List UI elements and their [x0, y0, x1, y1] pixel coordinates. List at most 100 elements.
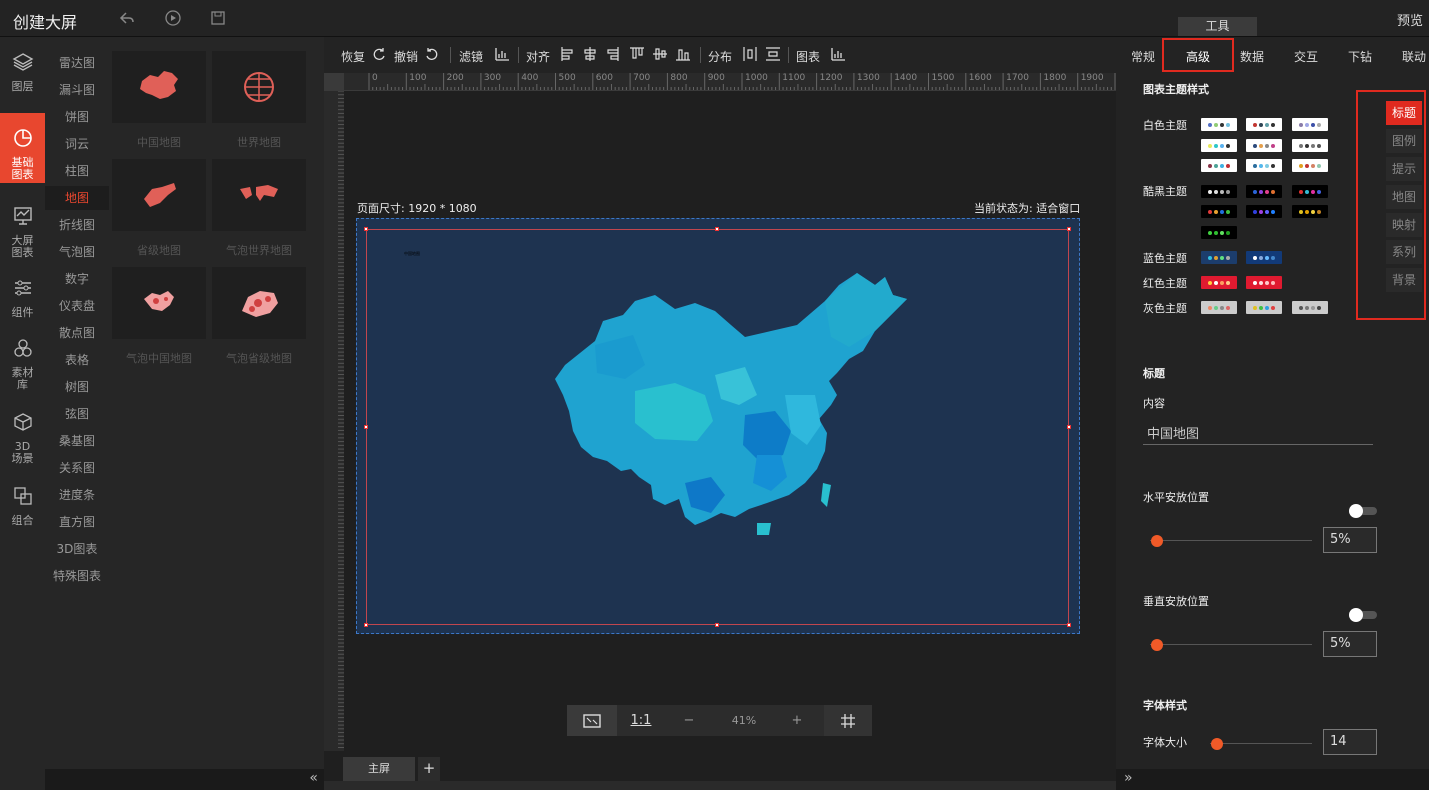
- category-item[interactable]: 关系图: [45, 456, 109, 480]
- align-button[interactable]: 对齐: [526, 48, 550, 65]
- category-item[interactable]: 数字: [45, 267, 109, 291]
- align-center-h-icon[interactable]: [583, 46, 597, 65]
- h-position-slider-track[interactable]: [1150, 540, 1312, 541]
- align-top-icon[interactable]: [629, 46, 645, 65]
- distribute-button[interactable]: 分布: [708, 48, 732, 65]
- grid-icon[interactable]: [824, 705, 872, 736]
- theme-swatch[interactable]: [1246, 301, 1282, 314]
- thumb-bubble-china-map[interactable]: [112, 267, 206, 339]
- add-screen-button[interactable]: +: [418, 757, 440, 781]
- theme-swatch[interactable]: [1201, 159, 1237, 172]
- theme-swatch[interactable]: [1201, 276, 1237, 289]
- resize-handle[interactable]: [364, 227, 368, 231]
- category-item[interactable]: 词云: [45, 132, 109, 156]
- v-position-value[interactable]: 5%: [1323, 631, 1377, 657]
- tab-linkage[interactable]: 联动: [1402, 48, 1426, 65]
- collapse-right-icon[interactable]: »: [1124, 770, 1133, 786]
- category-item[interactable]: 弦图: [45, 402, 109, 426]
- v-position-slider-track[interactable]: [1150, 644, 1312, 645]
- theme-swatch[interactable]: [1201, 251, 1237, 264]
- theme-swatch[interactable]: [1201, 139, 1237, 152]
- theme-swatch[interactable]: [1246, 159, 1282, 172]
- align-middle-v-icon[interactable]: [652, 46, 668, 65]
- sidetab-mapping[interactable]: 映射: [1386, 213, 1422, 237]
- align-right-icon[interactable]: [606, 46, 620, 65]
- theme-swatch[interactable]: [1201, 301, 1237, 314]
- play-icon[interactable]: [163, 9, 183, 29]
- tab-general[interactable]: 常规: [1131, 48, 1155, 65]
- redo-icon[interactable]: [371, 46, 387, 65]
- redo-button[interactable]: 恢复: [341, 48, 365, 65]
- category-item[interactable]: 表格: [45, 348, 109, 372]
- h-position-toggle[interactable]: [1349, 504, 1377, 518]
- tool-tab[interactable]: 工具: [1178, 17, 1257, 36]
- nav-layers[interactable]: 图层: [0, 51, 45, 93]
- sidetab-tooltip[interactable]: 提示: [1386, 157, 1422, 181]
- category-item[interactable]: 树图: [45, 375, 109, 399]
- theme-swatch[interactable]: [1246, 118, 1282, 131]
- theme-swatch[interactable]: [1246, 205, 1282, 218]
- theme-swatch[interactable]: [1201, 118, 1237, 131]
- tab-data[interactable]: 数据: [1240, 48, 1264, 65]
- sidetab-map[interactable]: 地图: [1386, 185, 1422, 209]
- resize-handle[interactable]: [1067, 227, 1071, 231]
- font-size-value[interactable]: 14: [1323, 729, 1377, 755]
- undo-button[interactable]: 撤销: [394, 48, 418, 65]
- actual-size-button[interactable]: 1:1: [617, 705, 665, 736]
- h-position-slider-handle[interactable]: [1151, 535, 1163, 547]
- theme-swatch[interactable]: [1246, 185, 1282, 198]
- theme-swatch[interactable]: [1201, 185, 1237, 198]
- thumb-bubble-world-map[interactable]: [212, 159, 306, 231]
- category-item[interactable]: 柱图: [45, 159, 109, 183]
- category-item[interactable]: 折线图: [45, 213, 109, 237]
- align-left-icon[interactable]: [560, 46, 574, 65]
- selected-component-frame[interactable]: [364, 227, 1071, 627]
- zoom-out-button[interactable]: −: [669, 705, 709, 736]
- category-item[interactable]: 雷达图: [45, 51, 109, 75]
- thumb-world-map[interactable]: [212, 51, 306, 123]
- theme-swatch[interactable]: [1246, 139, 1282, 152]
- category-item[interactable]: 直方图: [45, 510, 109, 534]
- resize-handle[interactable]: [1067, 623, 1071, 627]
- nav-dashboard-charts[interactable]: 大屏图表: [0, 205, 45, 259]
- v-position-slider-handle[interactable]: [1151, 639, 1163, 651]
- category-item[interactable]: 仪表盘: [45, 294, 109, 318]
- align-bottom-icon[interactable]: [675, 46, 691, 65]
- fit-screen-icon[interactable]: [567, 705, 617, 736]
- sidetab-legend[interactable]: 图例: [1386, 129, 1422, 153]
- category-item[interactable]: 3D图表: [45, 537, 109, 561]
- distribute-v-icon[interactable]: [765, 46, 781, 65]
- nav-components[interactable]: 组件: [0, 277, 45, 319]
- filter-button[interactable]: 滤镜: [459, 48, 483, 65]
- preview-button[interactable]: 预览: [1397, 10, 1423, 29]
- theme-swatch[interactable]: [1292, 185, 1328, 198]
- theme-swatch[interactable]: [1292, 159, 1328, 172]
- theme-swatch[interactable]: [1292, 139, 1328, 152]
- category-item-active[interactable]: 地图: [45, 186, 109, 210]
- thumb-china-map[interactable]: [112, 51, 206, 123]
- theme-swatch[interactable]: [1292, 118, 1328, 131]
- screen-tab-main[interactable]: 主屏: [343, 757, 415, 781]
- category-item[interactable]: 饼图: [45, 105, 109, 129]
- category-item[interactable]: 散点图: [45, 321, 109, 345]
- title-content-input[interactable]: 中国地图: [1143, 424, 1373, 445]
- theme-swatch[interactable]: [1201, 226, 1237, 239]
- nav-3d-scene[interactable]: 3D场景: [0, 411, 45, 465]
- font-size-slider-handle[interactable]: [1211, 738, 1223, 750]
- resize-handle[interactable]: [364, 425, 368, 429]
- collapse-left-icon[interactable]: «: [309, 770, 318, 786]
- theme-swatch[interactable]: [1246, 251, 1282, 264]
- resize-handle[interactable]: [364, 623, 368, 627]
- tab-interaction[interactable]: 交互: [1294, 48, 1318, 65]
- category-item[interactable]: 气泡图: [45, 240, 109, 264]
- sidetab-series[interactable]: 系列: [1386, 240, 1422, 264]
- resize-handle[interactable]: [1067, 425, 1071, 429]
- nav-basic-charts[interactable]: 基础图表: [0, 113, 45, 183]
- resize-handle[interactable]: [715, 227, 719, 231]
- v-position-toggle[interactable]: [1349, 608, 1377, 622]
- distribute-h-icon[interactable]: [742, 46, 758, 65]
- back-icon[interactable]: [117, 9, 137, 29]
- theme-swatch[interactable]: [1246, 276, 1282, 289]
- theme-swatch[interactable]: [1292, 205, 1328, 218]
- thumb-bubble-province-map[interactable]: [212, 267, 306, 339]
